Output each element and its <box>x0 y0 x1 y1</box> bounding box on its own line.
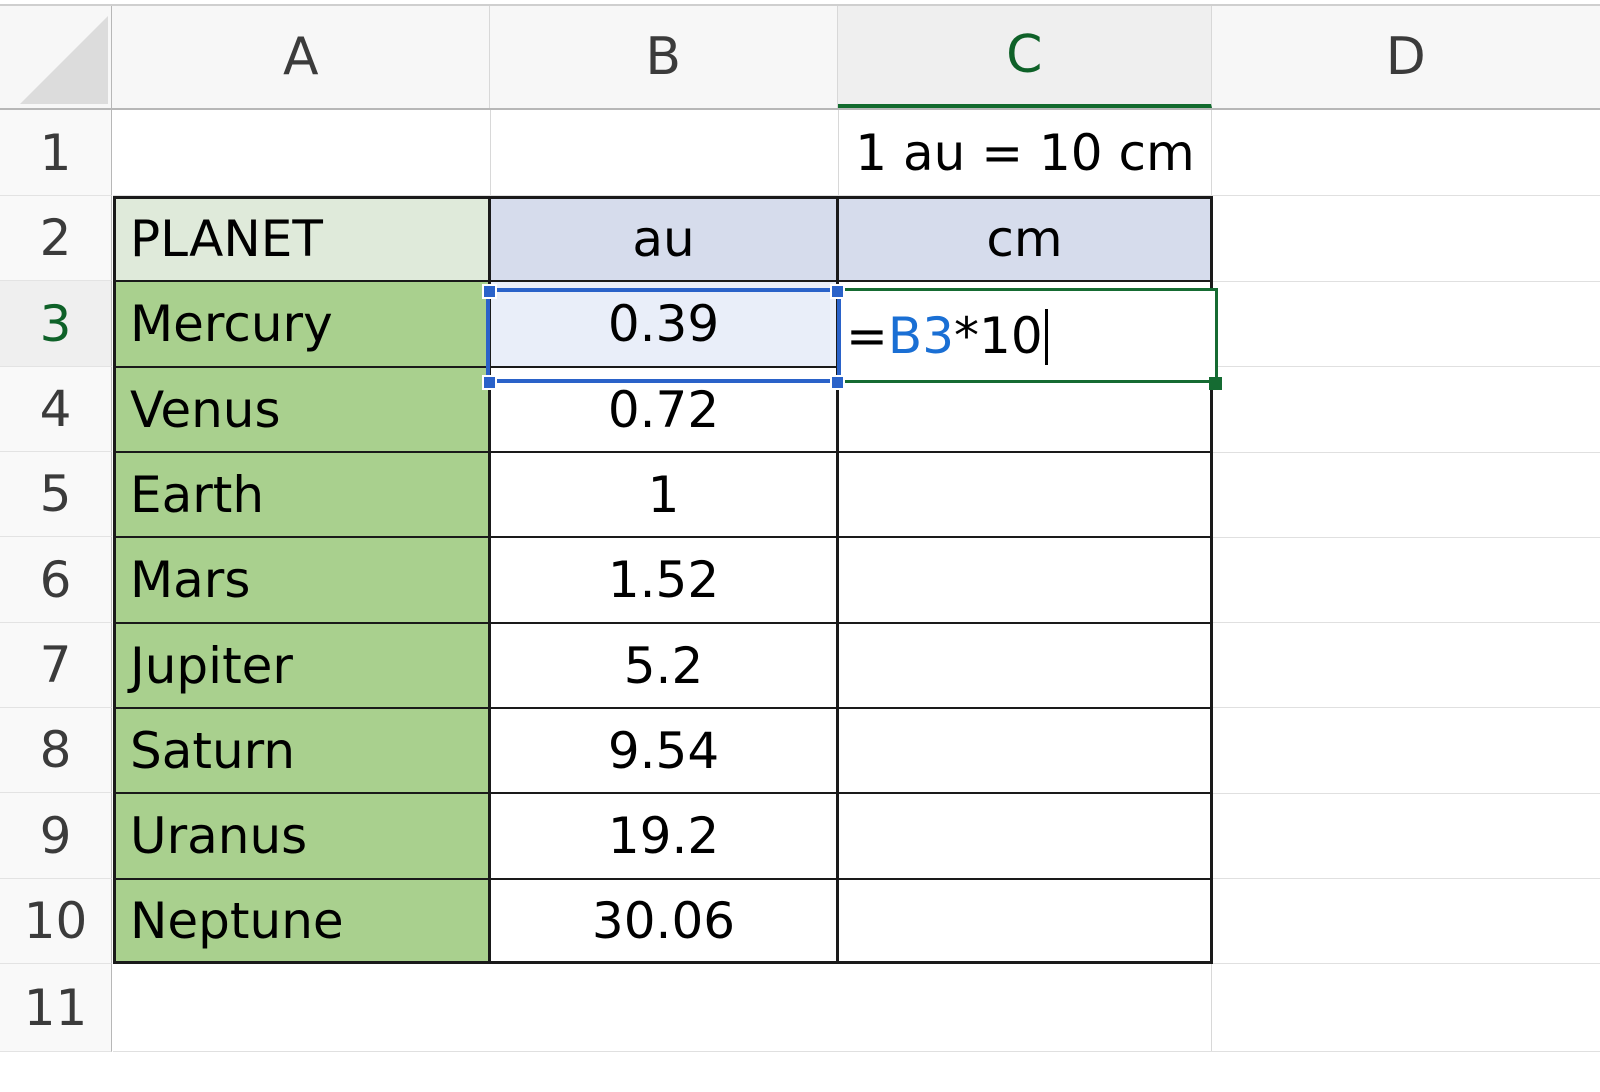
cell-a4[interactable]: Venus <box>116 368 488 451</box>
row-header-9[interactable]: 9 <box>0 793 112 879</box>
cell-c7[interactable] <box>839 624 1210 707</box>
reference-handle-top-left[interactable] <box>482 284 497 299</box>
formula-suffix: *10 <box>954 306 1043 365</box>
select-all-corner[interactable] <box>0 6 112 108</box>
cell-a9[interactable]: Uranus <box>116 794 488 878</box>
fill-handle-nub[interactable] <box>1209 377 1222 390</box>
cell-a6[interactable]: Mars <box>116 538 488 622</box>
text-caret <box>1044 308 1048 365</box>
column-header-c[interactable]: C <box>838 6 1212 108</box>
gridline-h-d9-d10 <box>1212 878 1600 879</box>
row-header-7[interactable]: 7 <box>0 623 112 708</box>
column-header-a[interactable]: A <box>113 6 490 108</box>
cell-a3[interactable]: Mercury <box>116 282 488 366</box>
gridline-v-ab-r1 <box>490 110 491 196</box>
cell-a7[interactable]: Jupiter <box>116 624 488 707</box>
gridline-h-d7-d8 <box>1212 707 1600 708</box>
row-header-5[interactable]: 5 <box>0 452 112 537</box>
cell-a5[interactable]: Earth <box>116 453 488 536</box>
row-header-2[interactable]: 2 <box>0 196 112 281</box>
cell-b10[interactable]: 30.06 <box>491 880 836 962</box>
cell-b4[interactable]: 0.72 <box>491 368 836 451</box>
row-header-6[interactable]: 6 <box>0 537 112 623</box>
gridline-h-r11-bottom <box>113 1051 1600 1052</box>
cell-b8[interactable]: 9.54 <box>491 709 836 792</box>
reference-handle-bottom-right[interactable] <box>830 375 845 390</box>
cell-c1[interactable]: 1 au = 10 cm <box>839 110 1211 195</box>
cell-b2[interactable]: au <box>491 197 836 281</box>
gridline-h-d3-d4 <box>1212 366 1600 367</box>
cell-b3[interactable]: 0.39 <box>491 282 836 366</box>
cell-c5[interactable] <box>839 453 1210 536</box>
row-header-1[interactable]: 1 <box>0 110 112 196</box>
cell-c6[interactable] <box>839 538 1210 622</box>
cell-b9[interactable]: 19.2 <box>491 794 836 878</box>
spreadsheet-grid: A B C D 1 2 3 4 5 6 7 8 9 10 11 1 au = 1… <box>0 0 1600 1092</box>
cell-a8[interactable]: Saturn <box>116 709 488 792</box>
cell-a2[interactable]: PLANET <box>116 197 488 281</box>
table-border-right <box>1210 196 1213 964</box>
gridline-h-d4-d5 <box>1212 452 1600 453</box>
cell-c8[interactable] <box>839 709 1210 792</box>
column-header-b[interactable]: B <box>490 6 838 108</box>
select-all-triangle-icon <box>20 16 108 104</box>
column-header-d[interactable]: D <box>1212 6 1600 108</box>
row-header-3[interactable]: 3 <box>0 281 112 367</box>
formula-edit-text[interactable]: = B3 *10 <box>846 288 1048 383</box>
gridline-h-d5-d6 <box>1212 537 1600 538</box>
formula-equals: = <box>846 306 888 365</box>
gridline-v-cd-r1 <box>1211 110 1212 196</box>
gridline-h-d2-d3 <box>1212 281 1600 282</box>
gridline-h-d6-d7 <box>1212 622 1600 623</box>
row-header-8[interactable]: 8 <box>0 708 112 793</box>
cell-b6[interactable]: 1.52 <box>491 538 836 622</box>
reference-handle-bottom-left[interactable] <box>482 375 497 390</box>
cell-a10[interactable]: Neptune <box>116 880 488 962</box>
gridline-h-d8-d9 <box>1212 793 1600 794</box>
row-header-4[interactable]: 4 <box>0 367 112 452</box>
cell-c9[interactable] <box>839 794 1210 878</box>
row-header-10[interactable]: 10 <box>0 879 112 964</box>
cell-b7[interactable]: 5.2 <box>491 624 836 707</box>
row-header-11[interactable]: 11 <box>0 964 112 1052</box>
cell-c10[interactable] <box>839 880 1210 962</box>
cell-c2[interactable]: cm <box>839 197 1210 281</box>
formula-cell-reference: B3 <box>887 306 955 365</box>
cell-b5[interactable]: 1 <box>491 453 836 536</box>
reference-handle-top-right[interactable] <box>830 284 845 299</box>
